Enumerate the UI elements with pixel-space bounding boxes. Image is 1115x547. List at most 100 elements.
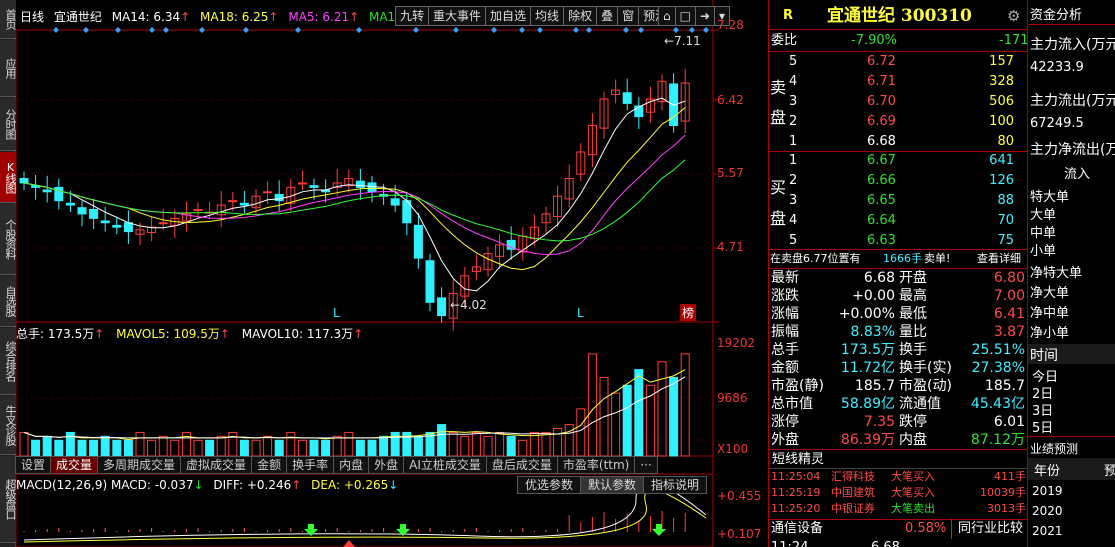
stat-value: 27.38%	[971, 360, 1025, 376]
left-tab-9[interactable]: 超级盘口	[0, 456, 17, 543]
stat-label: 振幅	[771, 324, 799, 340]
buy-order-row[interactable]: 3 6.65 88	[769, 191, 1028, 211]
left-tab-3[interactable]: 分时图	[0, 98, 17, 151]
buy-order-row[interactable]: 1 6.67 641	[769, 151, 1028, 171]
volume-bar	[541, 431, 551, 457]
kline-chart-area[interactable]: 日线 宜通世纪 MA14: 6.34↑ MA18: 6.25↑ MA5: 6.2…	[15, 0, 768, 547]
volume-bar	[89, 439, 99, 457]
toolbar-button-5[interactable]: 除权	[563, 6, 598, 26]
gear-icon[interactable]: ⚙	[1007, 6, 1020, 26]
stat-row: 涨幅 +0.00% 最低 6.41	[769, 305, 1028, 323]
indicator-tab-7[interactable]: 内盘	[333, 456, 370, 474]
order-size-item: 中单	[1030, 226, 1057, 241]
order-level: 3	[789, 94, 798, 109]
up-signal-icon	[343, 540, 355, 547]
total-volume-label: 总手: 173.5万	[16, 327, 95, 341]
indicator-tab-8[interactable]: 外盘	[368, 456, 405, 474]
window-pin-icon[interactable]: ➜	[694, 6, 716, 26]
stat-label: 换手	[899, 342, 927, 358]
order-volume: 75	[997, 233, 1014, 248]
window-minimize-icon[interactable]: ⌂	[658, 6, 676, 26]
left-tab-7[interactable]: 综合排名	[0, 328, 17, 395]
up-arrow-icon: ↑	[353, 327, 364, 341]
up-arrow-icon: ↑	[268, 10, 279, 24]
sell-order-row[interactable]: 2 6.69 100	[769, 112, 1028, 132]
left-tab-1[interactable]: 首页	[0, 0, 17, 39]
volume-bar	[263, 435, 273, 457]
indicator-tab-12[interactable]: ···	[634, 456, 658, 474]
macd-button-2[interactable]: 默认参数	[580, 476, 645, 494]
indicator-tab-5[interactable]: 金额	[251, 456, 288, 474]
candle-body	[54, 186, 64, 202]
volume-axis-unit: X100	[717, 442, 749, 456]
diff-label: DIFF: +0.246	[213, 478, 292, 492]
net-order-item: 净大单	[1030, 286, 1070, 301]
event-diamond-icon	[703, 27, 709, 33]
net-order-item: 净中单	[1030, 306, 1070, 321]
buy-order-row[interactable]: 5 6.63 75	[769, 231, 1028, 251]
stat-row: 涨跌 +0.00 最高 7.00	[769, 287, 1028, 305]
sell-order-row[interactable]: 4 6.71 328	[769, 72, 1028, 92]
stat-label: 最新	[771, 270, 799, 286]
stat-label: 跌停	[899, 414, 927, 430]
volume-bar	[587, 353, 597, 457]
buy-order-row[interactable]: 4 6.64 70	[769, 211, 1028, 231]
macd-label: MACD(12,26,9) MACD: -0.037	[16, 478, 194, 492]
stat-label: 量比	[899, 324, 927, 340]
toolbar-button-6[interactable]: 叠	[596, 6, 619, 26]
indicator-tab-1[interactable]: 设置	[15, 456, 52, 474]
divider	[1028, 436, 1115, 437]
stat-label: 内盘	[899, 432, 927, 448]
period-label[interactable]: 日线	[20, 10, 44, 24]
indicator-tab-2[interactable]: 成交量	[50, 456, 99, 474]
stat-row: 总市值 58.89亿 流通值 45.43亿	[769, 395, 1028, 413]
weibi-row: 委比 -7.90% -171	[769, 31, 1029, 51]
indicator-tab-10[interactable]: 盘后成交量	[485, 456, 558, 474]
order-size-item: 大单	[1030, 208, 1057, 223]
high-value: 7.11	[674, 34, 701, 48]
left-tab-4[interactable]: K线图	[0, 152, 17, 203]
order-price: 6.66	[867, 173, 896, 188]
info-line-text: 在卖盘6.77位置有	[770, 252, 861, 265]
left-tab-5[interactable]: 个股资料	[0, 204, 17, 275]
divider	[1028, 24, 1115, 25]
view-detail-link[interactable]: 查看详细	[977, 249, 1021, 269]
indicator-tab-4[interactable]: 虚拟成交量	[180, 456, 253, 474]
macd-button-1[interactable]: 优选参数	[517, 476, 582, 494]
toolbar-button-2[interactable]: 重大事件	[428, 6, 487, 26]
volume-bar	[309, 439, 319, 457]
event-diamond-icon	[491, 27, 497, 33]
indicator-tab-6[interactable]: 换手率	[286, 456, 335, 474]
volume-bar	[286, 431, 296, 457]
sell-order-row[interactable]: 1 6.68 80	[769, 132, 1028, 152]
indicator-tab-11[interactable]: 市盈率(ttm)	[556, 456, 636, 474]
volume-bar	[669, 376, 679, 457]
toolbar-button-1[interactable]: 九转	[395, 6, 430, 26]
stat-label: 市盈(静)	[771, 378, 824, 394]
left-tab-2[interactable]: 应用	[0, 40, 17, 97]
volume-bar	[216, 435, 226, 457]
bang-badge[interactable]: 榜	[680, 304, 697, 321]
indicator-tab-9[interactable]: AI立桩成交量	[403, 456, 487, 474]
left-tab-6[interactable]: 自选股	[0, 276, 17, 327]
volume-bar	[553, 428, 563, 457]
toolbar-button-3[interactable]: 加自选	[485, 6, 532, 26]
left-tab-8[interactable]: 牛叉诊股	[0, 396, 17, 455]
short-line-item[interactable]: 11:25:04 汇得科技 大笔买入 411手	[769, 469, 1028, 485]
indicator-tab-3[interactable]: 多周期成交量	[97, 456, 182, 474]
order-level: 1	[789, 134, 798, 149]
sell-order-row[interactable]: 5 6.72 157	[769, 52, 1028, 72]
volume-bar	[495, 431, 505, 457]
toolbar-button-7[interactable]: 窗	[617, 6, 640, 26]
short-line-item[interactable]: 11:25:20 中银证券 大笔卖出 3013手	[769, 501, 1028, 517]
industry-compare-button[interactable]: 同行业比较	[951, 519, 1023, 539]
sell-order-row[interactable]: 3 6.70 506	[769, 92, 1028, 112]
buy-order-row[interactable]: 2 6.66 126	[769, 171, 1028, 191]
window-restore-icon[interactable]: □	[674, 6, 696, 26]
macd-button-3[interactable]: 指标说明	[643, 476, 708, 494]
toolbar-button-4[interactable]: 均线	[530, 6, 565, 26]
short-line-item[interactable]: 11:25:19 中国建筑 大笔买入 10039手	[769, 485, 1028, 501]
price-axis-top: 7.28	[717, 18, 744, 32]
event-diamond-icon	[295, 27, 301, 33]
info-line[interactable]: 在卖盘6.77位置有 1666手 卖单! 查看详细	[769, 249, 1028, 269]
